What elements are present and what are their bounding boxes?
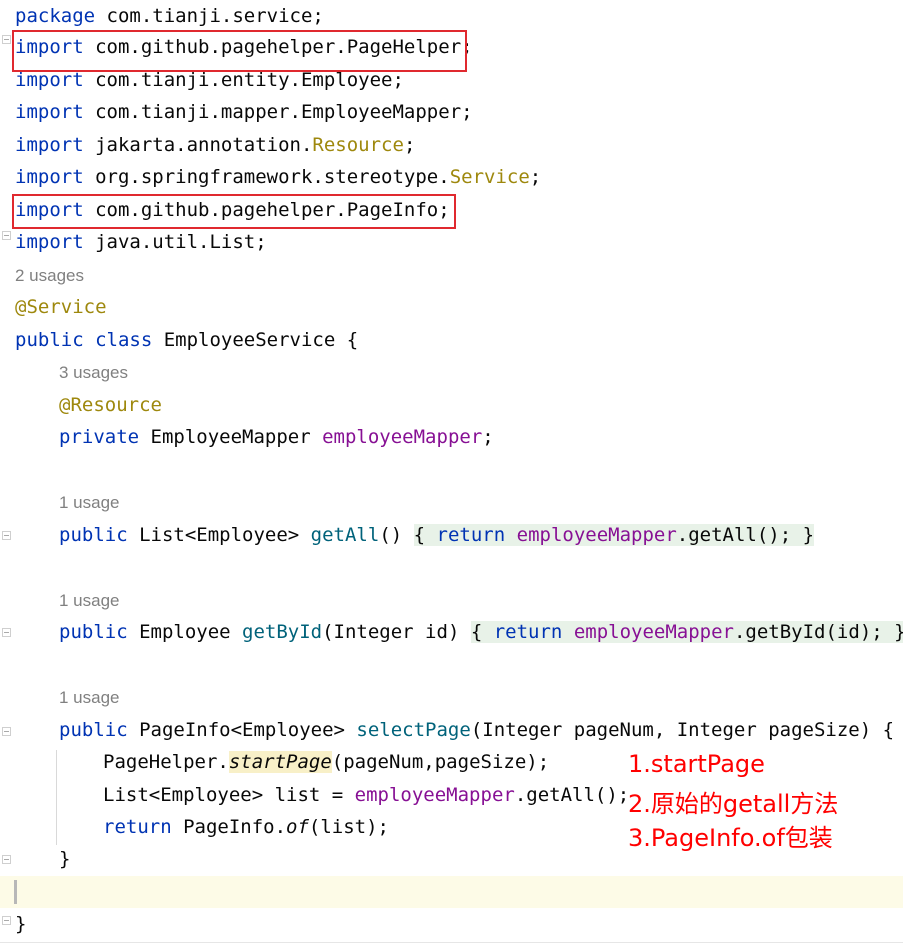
semicolon: ;	[392, 69, 404, 91]
static-method: startPage	[228, 751, 332, 773]
code-line-class-decl: public class EmployeeService {	[15, 324, 358, 356]
usages-hint[interactable]: 3 usages	[59, 357, 128, 389]
field-name: employeeMapper	[322, 426, 483, 448]
method-name: getById	[242, 621, 323, 643]
field-ref: employeeMapper	[573, 621, 734, 643]
code-line-getbyid: public Employee getById(Integer id) { re…	[59, 616, 903, 648]
package-name: com.tianji.service;	[95, 5, 324, 27]
note-step1: 1.startPage	[628, 750, 765, 778]
method-name: selectPage	[356, 719, 471, 741]
note-step3: 3.PageInfo.of包装	[628, 824, 833, 852]
params: ()	[379, 524, 403, 546]
keyword-import: import	[15, 134, 84, 156]
folded-body[interactable]: { return employeeMapper.getAll(); }	[413, 524, 815, 546]
code-line-method-close: }	[59, 848, 71, 870]
field-ref: employeeMapper	[516, 524, 677, 546]
brace-close: }	[802, 524, 815, 546]
keyword-package: package	[15, 5, 96, 27]
usages-hint[interactable]: 1 usage	[59, 682, 120, 714]
code-line-list: List<Employee> list = employeeMapper.get…	[103, 779, 629, 811]
highlight-box-pageinfo-import	[12, 194, 456, 229]
import-path: java.util.List	[83, 231, 256, 253]
keyword-import: import	[15, 101, 84, 123]
highlight-box-pagehelper-import	[12, 30, 467, 72]
text-caret	[14, 880, 17, 904]
code-line-import: import java.util.List;	[15, 226, 267, 258]
method-call: .getAll();	[514, 784, 630, 806]
semicolon: ;	[461, 101, 473, 123]
brace-open: {	[470, 621, 494, 643]
code-line-class-close: }	[15, 913, 27, 935]
import-path: jakarta.annotation.	[83, 134, 313, 156]
usages-hint[interactable]: 1 usage	[59, 487, 120, 519]
folded-body[interactable]: { return employeeMapper.getById(id); }	[470, 621, 903, 643]
fold-icon[interactable]	[2, 855, 11, 864]
class-name: EmployeeService {	[152, 329, 359, 351]
import-path: com.tianji.entity.Employee	[83, 69, 393, 91]
return-type: List<Employee>	[127, 524, 311, 546]
method-call: .getById(id);	[733, 621, 883, 643]
semicolon: ;	[482, 426, 494, 448]
keyword-import: import	[15, 166, 84, 188]
keyword-return: return	[493, 621, 563, 643]
method-name: getAll	[310, 524, 380, 546]
code-line-startpage: PageHelper.startPage(pageNum,pageSize);	[103, 746, 549, 778]
usages-hint[interactable]: 1 usage	[59, 585, 120, 617]
return-type: Employee	[127, 621, 243, 643]
note-step2: 2.原始的getall方法	[628, 790, 839, 818]
semicolon: ;	[529, 166, 542, 188]
return-type: PageInfo<Employee>	[127, 719, 357, 741]
class-ref: PageInfo.	[171, 816, 287, 838]
code-line-import: import org.springframework.stereotype.Se…	[15, 161, 541, 193]
import-path: com.tianji.mapper.EmployeeMapper	[83, 101, 462, 123]
code-line-return: return PageInfo.of(list);	[103, 811, 389, 843]
semicolon: ;	[403, 134, 416, 156]
args: (pageNum,pageSize);	[331, 751, 550, 773]
keyword-public: public	[59, 719, 128, 741]
keyword-return: return	[436, 524, 506, 546]
keyword-import: import	[15, 69, 84, 91]
local-decl: List<Employee> list =	[103, 784, 355, 806]
code-line-package: package com.tianji.service;	[15, 0, 324, 32]
fold-icon[interactable]	[2, 628, 11, 637]
brace-open: {	[413, 524, 437, 546]
method-call: .getAll();	[676, 524, 792, 546]
keyword-public: public	[59, 621, 128, 643]
usages-hint[interactable]: 2 usages	[15, 260, 84, 292]
code-line-selectpage: public PageInfo<Employee> selectPage(Int…	[59, 714, 894, 746]
import-path: org.springframework.stereotype.	[83, 166, 450, 188]
keyword-return: return	[103, 816, 172, 838]
fold-icon[interactable]	[2, 727, 11, 736]
import-class-name: Resource	[312, 134, 404, 156]
args: (list);	[308, 816, 389, 838]
code-line-import: import jakarta.annotation.Resource;	[15, 129, 415, 161]
params: (Integer pageNum, Integer pageSize) {	[470, 719, 895, 741]
keyword-class: class	[83, 329, 153, 351]
static-method: of	[286, 816, 309, 838]
fold-icon[interactable]	[2, 916, 11, 925]
brace-close: }	[894, 621, 903, 643]
field-type: EmployeeMapper	[139, 426, 323, 448]
keyword-public: public	[15, 329, 84, 351]
code-line-field: private EmployeeMapper employeeMapper;	[59, 421, 494, 453]
indent-guide	[56, 750, 57, 845]
fold-icon[interactable]	[2, 531, 11, 540]
annotation-service: @Service	[15, 296, 107, 318]
code-line-import: import com.tianji.mapper.EmployeeMapper;	[15, 96, 473, 128]
field-ref: employeeMapper	[354, 784, 515, 806]
class-ref: PageHelper.	[103, 751, 229, 773]
keyword-private: private	[59, 426, 140, 448]
code-line-getall: public List<Employee> getAll() { return …	[59, 519, 815, 551]
import-class-name: Service	[449, 166, 530, 188]
current-line-highlight	[0, 876, 903, 908]
divider	[0, 942, 903, 943]
params: (Integer id)	[322, 621, 460, 643]
fold-icon[interactable]	[2, 231, 11, 240]
keyword-public: public	[59, 524, 128, 546]
annotation-resource: @Resource	[59, 394, 162, 416]
semicolon: ;	[255, 231, 267, 253]
keyword-import: import	[15, 231, 84, 253]
fold-icon[interactable]	[2, 35, 11, 44]
